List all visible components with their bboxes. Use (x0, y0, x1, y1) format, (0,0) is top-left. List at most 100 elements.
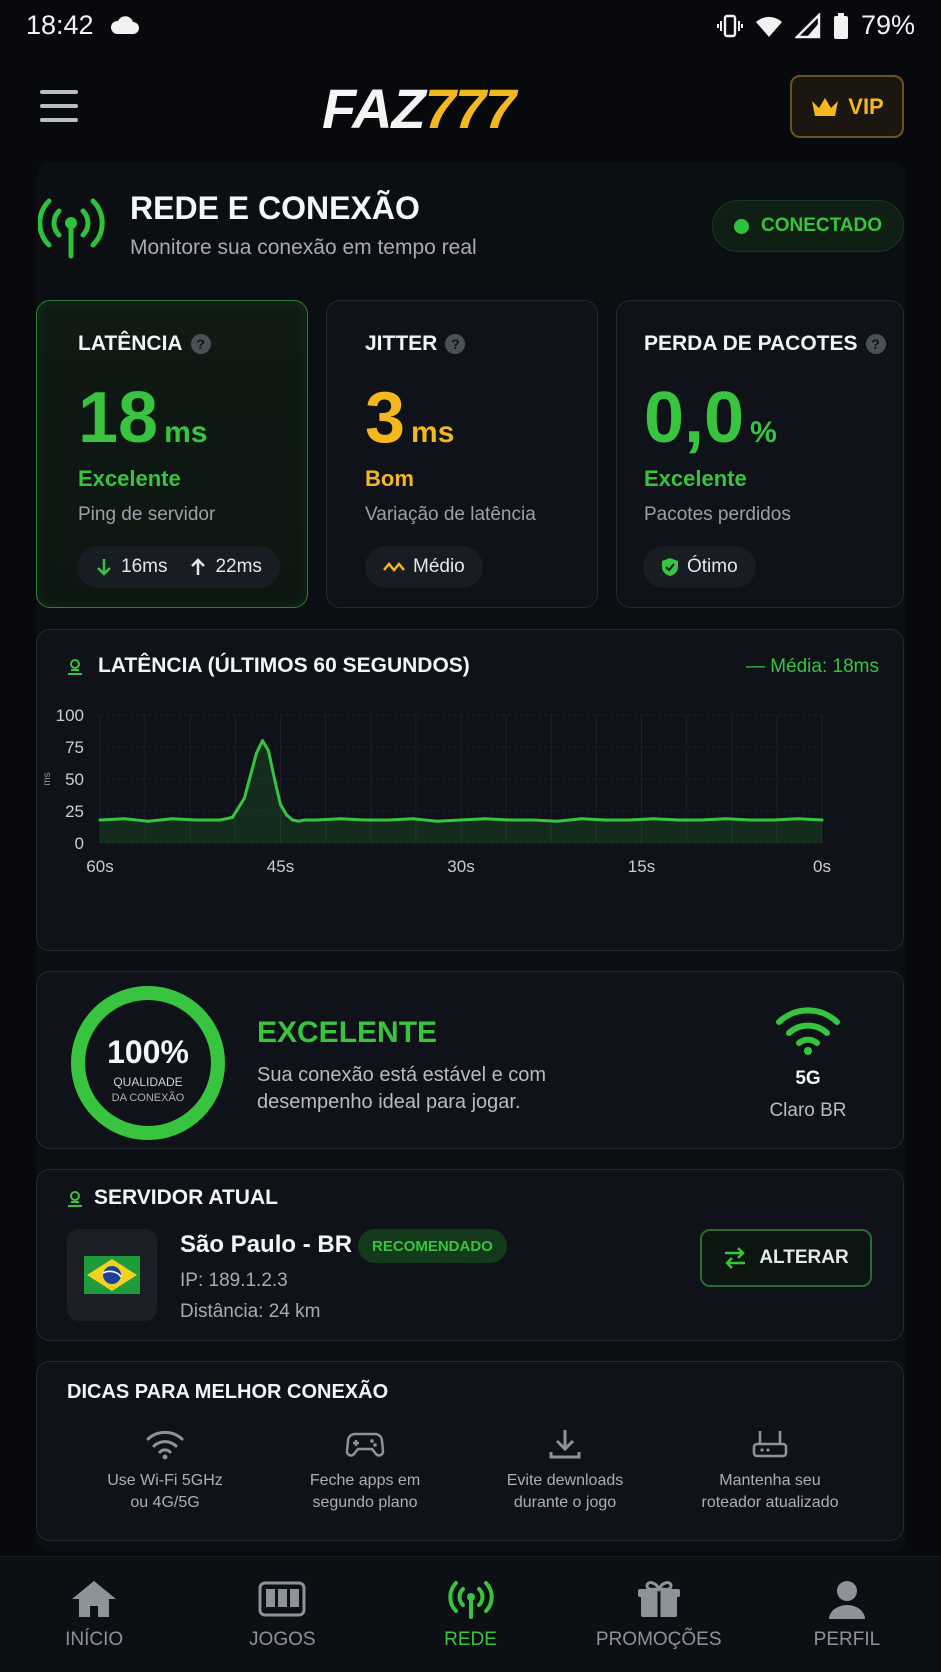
chart-data-point (772, 818, 776, 822)
chart-data-point (820, 818, 824, 822)
chart-data-point (315, 818, 319, 822)
home-icon (72, 1581, 117, 1617)
chart-data-point (242, 796, 246, 800)
server-section-title: SERVIDOR ATUAL (94, 1186, 278, 1209)
help-icon[interactable]: ? (190, 334, 211, 354)
chart-data-point (254, 751, 258, 755)
nav-item-promocoes[interactable]: PROMOÇÕES (565, 1557, 753, 1672)
gamepad-icon (345, 1432, 385, 1457)
server-city: São Paulo - BR (180, 1231, 353, 1258)
help-icon[interactable]: ? (865, 334, 886, 354)
chart-data-point (796, 817, 800, 821)
quality-grade: EXCELENTE (257, 1016, 438, 1049)
signal-icon (794, 12, 821, 38)
user-icon (828, 1581, 865, 1619)
chart-average: — Média: 18ms (745, 656, 879, 677)
chart-data-point (297, 819, 301, 823)
chart-data-point (230, 815, 234, 819)
jitter-value: 3 ms (365, 378, 455, 458)
page-title: REDE E CONEXÃO (130, 190, 420, 226)
router-icon (752, 1431, 788, 1458)
tip-item: Use Wi-Fi 5GHz ou 4G/5G (70, 1428, 260, 1514)
x-tick-label: 60s (86, 857, 113, 876)
shield-icon (662, 558, 678, 576)
chart-data-point (146, 819, 150, 823)
nav-item-inicio[interactable]: INÍCIO (0, 1557, 188, 1672)
chart-data-point (579, 817, 583, 821)
swap-icon (725, 1247, 746, 1269)
x-tick-label: 45s (267, 857, 294, 876)
packet-loss-value: 0,0% (644, 378, 777, 458)
chart-data-point (122, 817, 126, 821)
antenna-icon (37, 190, 108, 265)
status-dot (733, 218, 749, 234)
connection-status-badge: CONECTADO (712, 200, 904, 252)
latency-range-chip: 16ms 22ms (77, 546, 280, 588)
chart-data-point (483, 817, 487, 821)
chart-data-point (291, 818, 295, 822)
latency-desc: Ping de servidor (78, 504, 216, 525)
chart-data-point (748, 818, 752, 822)
wifi-status-icon (755, 16, 782, 37)
vibrate-icon (716, 14, 743, 37)
chart-data-point (170, 817, 174, 821)
quality-text: Sua conexão está estável e com desempenh… (257, 1064, 547, 1113)
x-tick-label: 15s (628, 857, 655, 876)
server-ip: IP: 189.1.2.3 (180, 1270, 288, 1291)
slot-icon (258, 1581, 306, 1617)
chart-data-point (98, 818, 102, 822)
y-axis-label: ms (42, 772, 53, 785)
chart-data-point (285, 813, 289, 817)
wifi-icon (146, 1430, 184, 1460)
page-subtitle: Monitore sua conexão em tempo real (130, 236, 477, 259)
help-icon[interactable]: ? (445, 334, 466, 354)
latency-grade: Excelente (78, 466, 181, 491)
network-carrier: Claro BR (769, 1100, 847, 1121)
y-tick-label: 100 (56, 706, 84, 725)
antenna-icon (447, 1581, 494, 1619)
latency-value: 18 ms (78, 378, 208, 458)
tip-item: Evite dewnloads durante o jogo (470, 1428, 660, 1514)
x-tick-label: 30s (447, 857, 474, 876)
x-tick-label: 0s (813, 857, 831, 876)
quality-ring: 100% QUALIDADE DA CONEXÃO (71, 986, 225, 1140)
chart-data-point (194, 818, 198, 822)
chart-data-point (411, 817, 415, 821)
chart-data-point (459, 818, 463, 822)
bottom-nav: INÍCIO JOGOS REDE PROMOÇÕES PERFIL (0, 1556, 941, 1672)
chart-data-point (627, 818, 631, 822)
change-server-button[interactable]: ALTERAR (700, 1229, 872, 1287)
quality-caption-1: QUALIDADE (113, 1075, 182, 1089)
y-tick-label: 25 (65, 802, 84, 821)
vip-button[interactable]: VIP (790, 75, 904, 138)
chart-data-point (700, 818, 704, 822)
status-icons: 79% (716, 10, 915, 41)
packet-loss-desc: Pacotes perdidos (644, 504, 791, 525)
chart-data-point (507, 818, 511, 822)
y-tick-label: 75 (65, 738, 84, 757)
jitter-level-chip: Médio (365, 546, 483, 588)
chart-data-point (724, 817, 728, 821)
menu-button[interactable] (40, 90, 78, 122)
server-icon (66, 1190, 84, 1213)
status-time: 18:42 (26, 10, 94, 40)
nav-item-rede[interactable]: REDE (376, 1557, 564, 1672)
chart-data-point (676, 818, 680, 822)
crown-icon (812, 97, 839, 116)
packet-loss-title: PERDA DE PACOTES? (644, 332, 886, 356)
chart-icon (66, 658, 84, 681)
latency-chart: 100 75 50 25 0 ms 60s 45s 30s 15s 0s (42, 706, 831, 876)
nav-item-jogos[interactable]: JOGOS (188, 1557, 376, 1672)
chart-data-point (363, 818, 367, 822)
trend-icon (383, 562, 405, 572)
nav-item-perfil[interactable]: PERFIL (753, 1557, 941, 1672)
chart-data-point (603, 818, 607, 822)
chart-data-point (387, 818, 391, 822)
y-tick-label: 0 (75, 834, 84, 853)
packet-loss-grade: Excelente (644, 466, 747, 491)
tip-item: Mantenha seu roteador atualizado (675, 1428, 865, 1514)
chart-data-point (339, 817, 343, 821)
packet-loss-level-chip: Ótimo (643, 546, 756, 588)
battery-icon (833, 12, 848, 39)
battery-percent: 79% (860, 10, 915, 40)
